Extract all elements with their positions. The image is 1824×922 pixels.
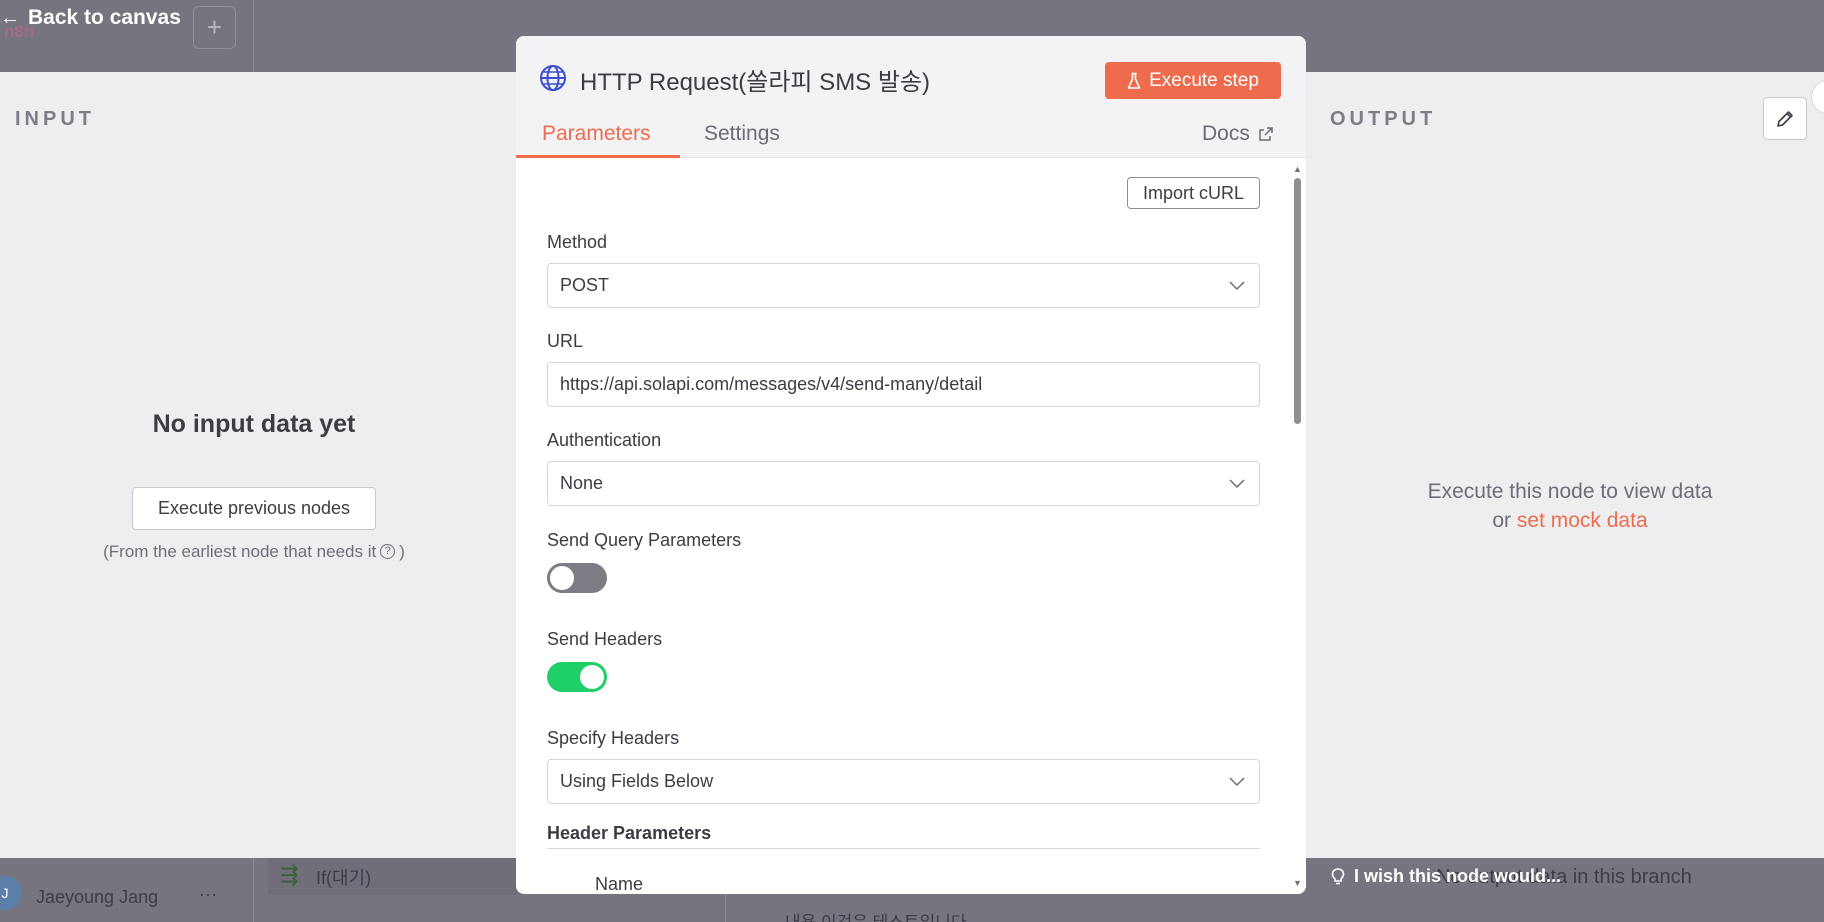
divider — [253, 0, 254, 72]
authentication-label: Authentication — [547, 430, 662, 450]
divider — [253, 858, 254, 922]
if-node-icon: ⇶ — [280, 862, 299, 887]
modal-header: HTTP Request(쏠라피 SMS 발송) Execute step Pa… — [516, 36, 1306, 158]
toggle-knob — [550, 566, 574, 590]
authentication-select[interactable]: None — [547, 461, 1260, 506]
url-value: https://api.solapi.com/messages/v4/send-… — [560, 374, 983, 394]
send-headers-toggle[interactable] — [547, 662, 607, 692]
method-value: POST — [560, 275, 610, 295]
output-empty-message: Execute this node to view data or set mo… — [1330, 477, 1810, 535]
url-input[interactable]: https://api.solapi.com/messages/v4/send-… — [547, 362, 1260, 407]
feedback-tip[interactable]: I wish this node would... — [1330, 866, 1561, 887]
arrow-left-icon: ← — [0, 6, 20, 29]
output-panel-title: OUTPUT — [1330, 108, 1437, 130]
toggle-knob — [580, 665, 604, 689]
execute-node-text: Execute this node to view data — [1427, 480, 1713, 503]
tab-settings[interactable]: Settings — [704, 122, 780, 146]
lightbulb-icon — [1331, 867, 1345, 884]
no-input-heading: No input data yet — [152, 410, 356, 438]
chevron-down-icon — [1229, 280, 1245, 290]
feedback-tip-label: I wish this node would... — [1354, 866, 1561, 886]
docs-link[interactable]: Docs — [1202, 122, 1274, 146]
pencil-icon — [1777, 110, 1793, 127]
background-data-row: 내용 이것은 테스트입니다 — [785, 908, 967, 922]
active-tab-indicator — [516, 155, 680, 158]
execute-step-label: Execute step — [1149, 69, 1259, 91]
back-to-canvas-label: Back to canvas — [28, 6, 181, 29]
divider — [547, 848, 1260, 849]
user-menu-button[interactable]: ··· — [199, 884, 217, 905]
scroll-down-arrow[interactable]: ▼ — [1293, 878, 1302, 888]
docs-label: Docs — [1202, 122, 1250, 145]
node-parameters-modal: HTTP Request(쏠라피 SMS 발송) Execute step Pa… — [516, 36, 1306, 894]
node-title[interactable]: HTTP Request(쏠라피 SMS 발송) — [580, 62, 930, 97]
mock-data-line: or set mock data — [1330, 506, 1810, 535]
external-link-icon — [1259, 127, 1273, 141]
method-select[interactable]: POST — [547, 263, 1260, 308]
execute-previous-nodes-button[interactable]: Execute previous nodes — [132, 487, 376, 530]
execute-step-button[interactable]: Execute step — [1105, 62, 1281, 99]
specify-headers-label: Specify Headers — [547, 728, 680, 748]
edit-output-button[interactable] — [1763, 97, 1807, 140]
chevron-down-icon — [1229, 478, 1245, 488]
header-name-label: Name — [595, 874, 644, 894]
send-query-toggle[interactable] — [547, 563, 607, 593]
import-curl-button[interactable]: Import cURL — [1127, 177, 1260, 209]
flask-icon — [1127, 72, 1141, 89]
set-mock-data-link[interactable]: set mock data — [1517, 509, 1648, 532]
send-headers-label: Send Headers — [547, 629, 663, 649]
authentication-value: None — [560, 473, 604, 493]
specify-headers-select[interactable]: Using Fields Below — [547, 759, 1260, 804]
input-panel-title: INPUT — [15, 108, 95, 130]
scroll-up-arrow[interactable]: ▲ — [1293, 164, 1302, 174]
globe-icon — [540, 65, 566, 91]
user-name: Jaeyoung Jang — [36, 887, 159, 907]
specify-headers-value: Using Fields Below — [560, 771, 714, 791]
header-parameters-label: Header Parameters — [547, 823, 712, 843]
if-node[interactable] — [268, 858, 528, 895]
tab-parameters[interactable]: Parameters — [542, 122, 651, 146]
input-hint-close: ) — [399, 542, 405, 561]
input-hint: (From the earliest node that needs it?) — [0, 542, 508, 562]
help-icon[interactable]: ? — [380, 544, 396, 559]
url-label: URL — [547, 331, 584, 351]
send-query-label: Send Query Parameters — [547, 530, 742, 550]
method-label: Method — [547, 232, 608, 252]
input-hint-text: (From the earliest node that needs it — [103, 542, 377, 561]
add-node-button[interactable]: + — [193, 6, 236, 49]
or-text: or — [1492, 509, 1512, 532]
back-to-canvas-button[interactable]: ← Back to canvas — [0, 6, 181, 30]
scrollbar-thumb[interactable] — [1294, 178, 1301, 424]
chevron-down-icon — [1229, 776, 1245, 786]
if-node-label: If(대기) — [316, 868, 372, 888]
